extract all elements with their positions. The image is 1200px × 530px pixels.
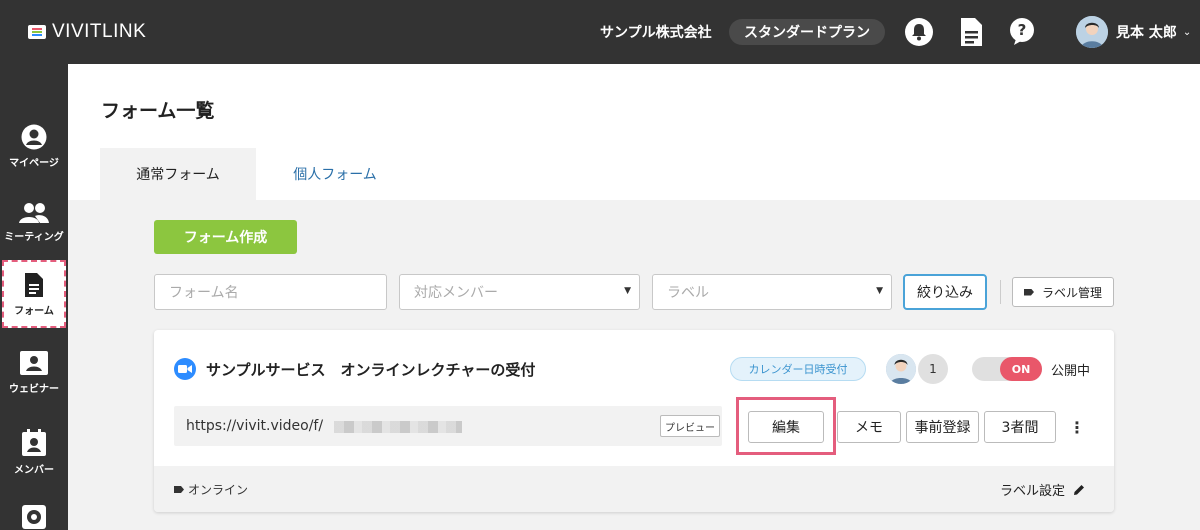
tab-personal-form[interactable]: 個人フォーム (268, 148, 402, 200)
label-select-value: ラベル (667, 285, 709, 301)
label-setting-link[interactable]: ラベル設定 (1000, 480, 1085, 499)
member-count[interactable]: 1 (918, 354, 948, 384)
sidebar-item-mypage[interactable]: マイページ (0, 116, 68, 176)
create-form-button[interactable]: フォーム作成 (154, 220, 297, 254)
logo-mark-icon (28, 24, 46, 40)
document-icon (25, 272, 43, 297)
user-circle-icon (21, 124, 47, 149)
people-icon (19, 202, 49, 223)
company-name: サンプル株式会社 (600, 25, 712, 41)
toolbar-divider (1000, 280, 1001, 304)
toggle-on-label: ON (1000, 357, 1042, 381)
three-party-button[interactable]: 3者間 (984, 411, 1056, 443)
form-url-box: https://vivit.video/f/ プレビュー (174, 406, 722, 446)
zoom-video-icon (174, 358, 196, 380)
form-url[interactable]: https://vivit.video/f/ (186, 418, 323, 434)
label-manage-button[interactable]: ラベル管理 (1012, 277, 1114, 307)
page-header: フォーム一覧 通常フォーム 個人フォーム (68, 64, 1200, 200)
sidebar-item-member[interactable]: メンバー (0, 422, 68, 482)
publish-toggle[interactable]: ON (972, 357, 1042, 381)
top-bar: VIVITLINK サンプル株式会社 スタンダードプラン ? 見本 太郎 ⌄ (0, 0, 1200, 64)
member-icon (22, 428, 46, 456)
member-avatar (886, 354, 916, 384)
sidebar-item-webinar[interactable]: ウェビナー (0, 342, 68, 402)
form-name-placeholder: フォーム名 (169, 285, 239, 301)
sidebar-item-label: マイページ (9, 157, 59, 169)
calendar-badge: カレンダー日時受付 (730, 357, 866, 381)
user-avatar (1076, 16, 1108, 48)
gear-icon (22, 505, 46, 529)
sidebar-item-form[interactable]: フォーム (2, 260, 66, 328)
plan-badge: スタンダードプラン (729, 19, 885, 45)
card-footer: オンライン ラベル設定 (154, 466, 1114, 512)
label-tag: オンライン (174, 481, 248, 498)
sidebar-item-label: ミーティング (4, 231, 64, 243)
memo-button[interactable]: メモ (837, 411, 901, 443)
preview-button[interactable]: プレビュー (660, 415, 720, 437)
redacted-url-part (334, 421, 462, 433)
help-icon[interactable]: ? (1006, 16, 1038, 48)
sidebar-item-meeting[interactable]: ミーティング (0, 192, 68, 252)
page-title: フォーム一覧 (101, 100, 215, 122)
pencil-icon (1074, 484, 1085, 495)
logo-text: VIVITLINK (52, 21, 147, 42)
app-logo[interactable]: VIVITLINK (28, 20, 146, 44)
bell-icon[interactable] (903, 16, 935, 48)
svg-text:?: ? (1018, 21, 1027, 39)
form-card: サンプルサービス オンラインレクチャーの受付 カレンダー日時受付 1 ON 公開… (154, 330, 1114, 512)
label-select[interactable]: ラベル ▼ (652, 274, 892, 310)
sidebar-item-label: フォーム (14, 305, 54, 317)
member-select-value: 対応メンバー (414, 285, 498, 301)
dropdown-arrow-icon: ▼ (876, 286, 883, 296)
member-select[interactable]: 対応メンバー ▼ (399, 274, 640, 310)
form-title[interactable]: サンプルサービス オンラインレクチャーの受付 (206, 359, 535, 380)
chevron-down-icon: ⌄ (1182, 26, 1192, 38)
sidebar-item-label: メンバー (14, 464, 54, 476)
tab-normal-form[interactable]: 通常フォーム (100, 148, 256, 200)
document-icon[interactable] (955, 16, 987, 48)
user-name: 見本 太郎 (1116, 25, 1177, 41)
tag-icon (174, 486, 184, 493)
sidebar: マイページ ミーティング フォーム ウェビナー メンバー (0, 64, 68, 530)
publish-status: 公開中 (1051, 364, 1091, 379)
tag-icon (1023, 288, 1034, 296)
pre-registration-button[interactable]: 事前登録 (906, 411, 979, 443)
label-setting-text: ラベル設定 (1000, 484, 1066, 499)
more-menu-icon[interactable]: ⋮ (1068, 412, 1086, 442)
edit-button[interactable]: 編集 (748, 411, 824, 443)
tag-text: オンライン (188, 483, 249, 497)
user-menu[interactable]: 見本 太郎 ⌄ (1076, 16, 1191, 48)
filter-button[interactable]: 絞り込み (903, 274, 987, 310)
webinar-icon (20, 350, 48, 375)
sidebar-item-settings[interactable] (0, 496, 68, 530)
label-manage-text: ラベル管理 (1041, 285, 1102, 300)
dropdown-arrow-icon: ▼ (624, 286, 631, 296)
sidebar-item-label: ウェビナー (9, 383, 59, 395)
form-name-input[interactable]: フォーム名 (154, 274, 387, 310)
